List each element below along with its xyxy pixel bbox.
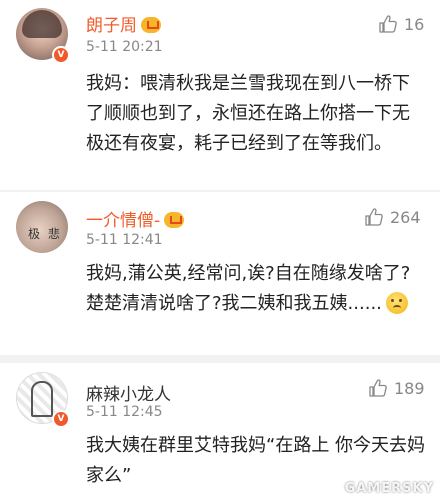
- author-name[interactable]: 麻辣小龙人: [86, 380, 171, 405]
- vip-crown-icon: [141, 17, 161, 33]
- avatar-tattoo-text: 极 悲: [28, 227, 62, 241]
- like-button[interactable]: 189: [368, 378, 425, 398]
- avatar[interactable]: 极 悲: [16, 201, 68, 253]
- author-name[interactable]: 朗子周: [86, 11, 161, 36]
- like-button[interactable]: 16: [378, 14, 424, 34]
- watermark-logo: GAMERSKY: [344, 481, 434, 496]
- comment-time: 5-11 12:45: [86, 404, 163, 420]
- thumbs-up-icon: [379, 15, 397, 33]
- verified-badge-icon: V: [52, 46, 70, 64]
- avatar-figure-shape: [31, 381, 53, 417]
- comment-text: 我妈：喂清秋我是兰雪我现在到八一桥下了顺顺也到了，永恒还在路上你搭一下无极还有夜…: [86, 73, 410, 154]
- like-count: 189: [394, 378, 425, 398]
- author-name-text: 朗子周: [86, 16, 137, 36]
- like-count: 16: [404, 14, 425, 34]
- vip-crown-icon: [164, 212, 185, 228]
- verified-badge-icon: V: [52, 410, 70, 428]
- like-count: 264: [390, 207, 421, 227]
- author-name[interactable]: 一介情僧-: [86, 206, 185, 231]
- avatar-hair-shape: [22, 10, 62, 38]
- thumbs-up-icon: [369, 379, 387, 397]
- like-button[interactable]: 264: [364, 207, 421, 227]
- sweat-smile-emoji-icon: [385, 292, 408, 314]
- thumbs-up-icon: [365, 208, 383, 226]
- comment-text-body: 我妈,蒲公英,经常问,诶?自在随缘发啥了?楚楚清清说啥了?我二姨和我五姨....…: [86, 263, 411, 314]
- comment-text: 我妈,蒲公英,经常问,诶?自在随缘发啥了?楚楚清清说啥了?我二姨和我五姨....…: [86, 259, 426, 319]
- comment-time: 5-11 12:41: [86, 232, 163, 248]
- comment-time: 5-11 20:21: [86, 39, 163, 55]
- author-name-text: 一介情僧-: [86, 211, 161, 231]
